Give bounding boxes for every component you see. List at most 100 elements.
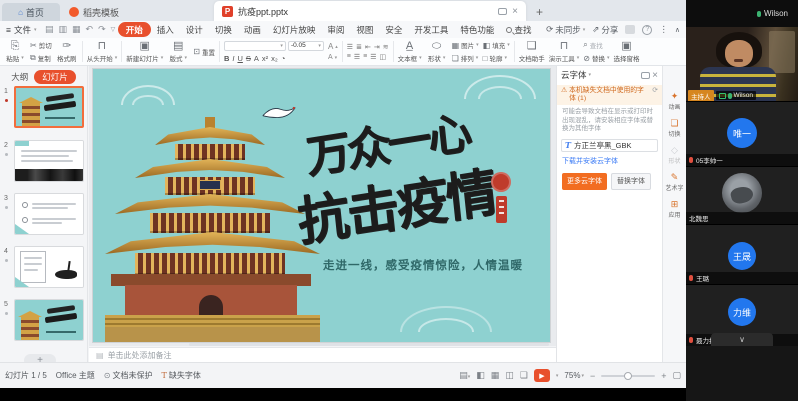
find-button[interactable]: ⌕查找 bbox=[583, 40, 609, 50]
indent-increase-icon[interactable]: ⇥ bbox=[374, 43, 380, 51]
picture-button[interactable]: ▦图片▾ bbox=[452, 40, 479, 50]
cut-button[interactable]: ✂剪切 bbox=[30, 40, 52, 50]
print-icon[interactable]: ▥ bbox=[56, 24, 70, 35]
strip-shape-button[interactable]: ◇形状 bbox=[663, 142, 686, 169]
menu-tab-review[interactable]: 审阅 bbox=[321, 23, 350, 37]
slide-thumbnail-5[interactable] bbox=[14, 299, 84, 341]
superscript-button[interactable]: x² bbox=[262, 54, 268, 63]
slideshow-play-button[interactable]: ▶ bbox=[534, 369, 550, 382]
more-cloud-fonts-button[interactable]: 更多云字体 bbox=[562, 173, 607, 190]
slide-thumbnail-4[interactable] bbox=[14, 246, 84, 288]
download-install-link[interactable]: 下载并安装云字体 bbox=[557, 152, 662, 166]
collaboration-icon[interactable] bbox=[625, 25, 635, 34]
sync-status[interactable]: ⟳未同步▾ bbox=[546, 24, 585, 36]
participant-tile[interactable]: 王晟 王璐 bbox=[686, 224, 798, 284]
menu-tab-view[interactable]: 视图 bbox=[350, 23, 379, 37]
zoom-slider[interactable] bbox=[601, 375, 655, 377]
outline-tab[interactable]: 大纲 bbox=[11, 71, 28, 83]
play-options-icon[interactable]: ▾ bbox=[556, 373, 559, 379]
font-color-button[interactable]: A bbox=[254, 54, 259, 63]
fit-slide-icon[interactable]: ▢ bbox=[672, 370, 681, 381]
menu-tab-security[interactable]: 安全 bbox=[379, 23, 408, 37]
menu-tab-slideshow[interactable]: 幻灯片放映 bbox=[267, 23, 322, 37]
paste-button[interactable]: ⎘粘贴▾ bbox=[2, 39, 28, 64]
font-name-combobox[interactable]: ▾ bbox=[224, 41, 286, 51]
align-left-icon[interactable]: ≡ bbox=[347, 53, 351, 61]
layout-button[interactable]: ▤版式▾ bbox=[165, 39, 191, 64]
home-tab[interactable]: ⌂首页 bbox=[2, 3, 60, 21]
participant-tile[interactable]: 唯一 05李帅一 bbox=[686, 101, 798, 166]
slide-canvas[interactable]: 万众一心 抗击疫情 走进一线，感受疫情惊险，人情温暖 bbox=[93, 69, 550, 342]
zoom-level[interactable]: 75%▾ bbox=[564, 371, 584, 380]
replace-button[interactable]: ⊘替换▾ bbox=[583, 53, 609, 63]
normal-view-icon[interactable]: ◧ bbox=[476, 370, 485, 381]
align-center-icon[interactable]: ☰ bbox=[354, 53, 360, 61]
tab-close-icon[interactable]: × bbox=[512, 6, 518, 17]
reading-view-icon[interactable]: ◫ bbox=[505, 370, 514, 381]
selection-pane-button[interactable]: ▣选择窗格 bbox=[611, 39, 641, 64]
menu-tab-animation[interactable]: 动画 bbox=[238, 23, 267, 37]
more-menu-icon[interactable]: ⋮ bbox=[659, 24, 668, 35]
slide-thumbnail-3[interactable] bbox=[14, 193, 84, 235]
replace-font-button[interactable]: 替换字体 bbox=[611, 173, 651, 190]
slide-sorter-icon[interactable]: ▦ bbox=[491, 370, 500, 381]
missing-font-status[interactable]: T缺失字体 bbox=[161, 370, 200, 381]
text-box-button[interactable]: A̲文本框▾ bbox=[396, 39, 424, 64]
play-from-start-button[interactable]: ⊓从头开始▾ bbox=[85, 39, 120, 64]
strip-wordart-button[interactable]: ✎艺术字 bbox=[663, 169, 686, 196]
present-tools-button[interactable]: ⊓演示工具▾ bbox=[547, 39, 582, 64]
copy-button[interactable]: ⧉复制 bbox=[30, 53, 52, 63]
zoom-out-icon[interactable]: − bbox=[590, 371, 595, 381]
subscript-button[interactable]: x₂ bbox=[271, 54, 278, 63]
feedback-icon[interactable] bbox=[641, 72, 650, 79]
slide-thumbnail-2[interactable] bbox=[14, 140, 84, 182]
file-menu[interactable]: ≡文件▾ bbox=[0, 24, 43, 36]
protection-status[interactable]: ⊙文档未保护 bbox=[104, 370, 153, 381]
participant-tile[interactable]: 力维 聂力扬 ∨ bbox=[686, 284, 798, 346]
menu-tab-home[interactable]: 开始 bbox=[118, 22, 151, 37]
collapse-ribbon-icon[interactable]: ∧ bbox=[675, 26, 680, 34]
strikethrough-button[interactable]: S bbox=[246, 54, 251, 63]
chevron-down-icon[interactable]: ▾ bbox=[589, 72, 592, 78]
slides-tab[interactable]: 幻灯片 bbox=[34, 70, 76, 84]
font-size-combobox[interactable]: -0.05▾ bbox=[288, 41, 324, 51]
slide-subtitle[interactable]: 走进一线，感受疫情惊险，人情温暖 bbox=[321, 257, 525, 273]
menu-tab-special[interactable]: 特色功能 bbox=[454, 23, 500, 37]
undo-icon[interactable]: ↶ bbox=[83, 24, 96, 35]
bold-button[interactable]: B bbox=[224, 54, 229, 63]
arrange-button[interactable]: ❏排列▾ bbox=[452, 53, 479, 63]
help-icon[interactable]: ? bbox=[642, 25, 652, 35]
fill-button[interactable]: ◧填充▾ bbox=[483, 40, 510, 50]
highlight-button[interactable]: ◔ bbox=[281, 54, 286, 63]
zoom-in-icon[interactable]: + bbox=[661, 371, 666, 381]
preview-icon[interactable]: ▦ bbox=[70, 24, 84, 35]
menu-tab-insert[interactable]: 插入 bbox=[151, 23, 180, 37]
menu-tab-devtools[interactable]: 开发工具 bbox=[408, 23, 454, 37]
missing-font-item[interactable]: T 方正兰亭黑_GBK bbox=[561, 139, 658, 152]
horizontal-scrollbar[interactable] bbox=[189, 343, 549, 346]
strip-transition-button[interactable]: ❏切换 bbox=[663, 115, 686, 142]
theme-name[interactable]: Office 主题 bbox=[56, 370, 95, 381]
format-painter-button[interactable]: ✑格式刷 bbox=[54, 39, 80, 64]
tab-comment-icon[interactable] bbox=[498, 8, 507, 15]
participant-tile[interactable]: 北魏思 bbox=[686, 166, 798, 224]
doc-assistant-button[interactable]: ❑文档助手 bbox=[517, 39, 547, 64]
new-tab-button[interactable]: + bbox=[536, 3, 543, 21]
new-slide-button[interactable]: ▣新建幻灯片▾ bbox=[124, 39, 165, 64]
collapse-strip-chevron[interactable]: ∨ bbox=[711, 333, 773, 346]
columns-icon[interactable]: ◫ bbox=[380, 53, 387, 61]
menu-tab-transition[interactable]: 切换 bbox=[209, 23, 238, 37]
zoom-slider-knob[interactable] bbox=[624, 372, 632, 380]
panel-close-icon[interactable]: × bbox=[652, 70, 658, 81]
quickbar-more-icon[interactable]: ▽ bbox=[108, 26, 118, 33]
reset-button[interactable]: ⊡重置 bbox=[193, 47, 215, 57]
redo-icon[interactable]: ↷ bbox=[96, 24, 109, 35]
strip-apps-button[interactable]: ⊞应用 bbox=[663, 196, 686, 223]
menu-tab-design[interactable]: 设计 bbox=[180, 23, 209, 37]
slide-thumbnail-1[interactable] bbox=[14, 86, 84, 128]
bullet-list-icon[interactable]: ☰ bbox=[347, 43, 353, 51]
underline-button[interactable]: U bbox=[237, 54, 242, 63]
document-tab-active[interactable]: P 抗疫ppt.pptx × bbox=[214, 1, 526, 21]
justify-icon[interactable]: ☰ bbox=[370, 53, 376, 61]
strip-animation-button[interactable]: ✦动画 bbox=[663, 88, 686, 115]
